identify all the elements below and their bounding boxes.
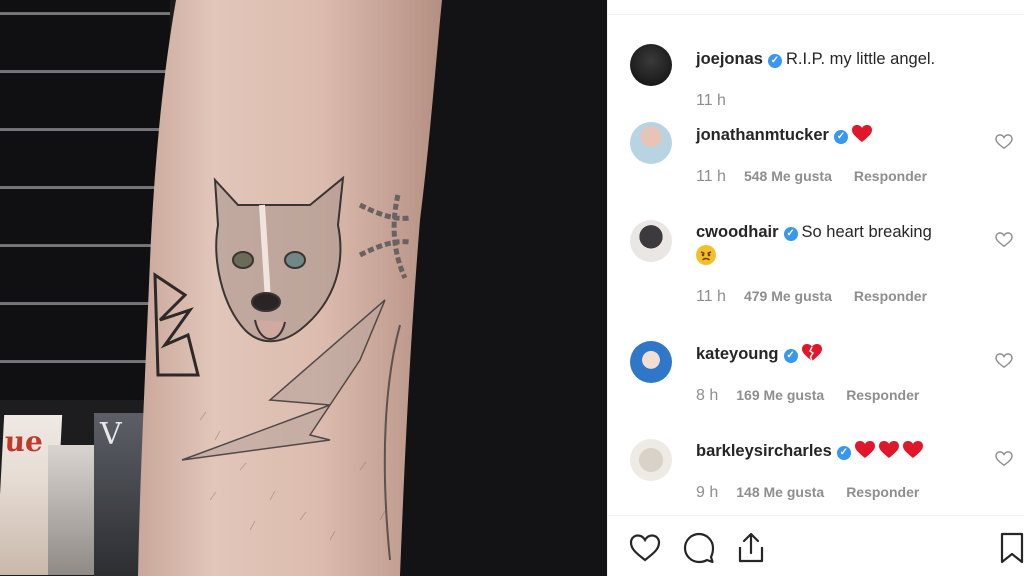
avatar-jonathanmtucker[interactable]: [630, 122, 672, 164]
timestamp[interactable]: 11 h: [696, 168, 726, 185]
red-heart-icon: [878, 441, 899, 458]
verified-badge-icon: ✓: [833, 130, 848, 144]
red-heart-icon: [854, 441, 875, 458]
reply-button[interactable]: Responder: [846, 484, 919, 500]
username-link[interactable]: kateyoung: [696, 345, 779, 363]
share-icon[interactable]: [734, 531, 768, 565]
comment-item: kateyoung ✓ 8 h 169 Me gusta Responder: [608, 341, 1024, 421]
like-icon[interactable]: [628, 531, 662, 565]
reply-button[interactable]: Responder: [854, 288, 927, 304]
caption-text: R.I.P. my little angel.: [785, 50, 936, 68]
timestamp[interactable]: 8 h: [696, 387, 718, 404]
comment-icon[interactable]: [682, 531, 716, 565]
username-link[interactable]: barkleysircharles: [696, 442, 832, 460]
verified-badge-icon: ✓: [767, 54, 782, 68]
comment-body: kateyoung ✓: [696, 342, 965, 366]
comment-like-icon[interactable]: [995, 451, 1013, 467]
timestamp[interactable]: 11 h: [696, 92, 726, 109]
comment-meta: 8 h 169 Me gusta Responder: [696, 387, 919, 405]
timestamp[interactable]: 11 h: [696, 288, 726, 305]
post-action-bar: [608, 525, 1024, 571]
comments-panel: joejonas ✓ R.I.P. my little angel. 11 h jo…: [607, 0, 1024, 576]
username-link[interactable]: cwoodhair: [696, 223, 779, 241]
comment-item: jonathanmtucker ✓ 11 h 548 Me gusta Respond…: [608, 122, 1024, 202]
likes-count[interactable]: 169 Me gusta: [736, 387, 824, 403]
comment-like-icon[interactable]: [995, 134, 1013, 150]
comment-meta: 9 h 148 Me gusta Responder: [696, 484, 919, 502]
divider: [608, 515, 1024, 516]
comment-body: cwoodhair ✓ So heart breaking: [696, 220, 965, 268]
save-icon[interactable]: [1000, 531, 1024, 565]
red-heart-icon: [902, 441, 923, 458]
timestamp[interactable]: 9 h: [696, 484, 718, 501]
comment-body: barkleysircharles ✓: [696, 439, 965, 463]
avatar-barkleysircharles[interactable]: [630, 439, 672, 481]
divider: [608, 14, 1024, 15]
likes-count[interactable]: 548 Me gusta: [744, 168, 832, 184]
likes-count[interactable]: 148 Me gusta: [736, 484, 824, 500]
comment-item: barkleysircharles ✓ 9 h 148 Me gusta Respon…: [608, 439, 1024, 514]
verified-badge-icon: ✓: [783, 349, 798, 363]
comment-meta: 11 h 548 Me gusta Responder: [696, 168, 927, 186]
comment-item: cwoodhair ✓ So heart breaking 11 h 479 Me g…: [608, 220, 1024, 320]
caption: joejonas ✓ R.I.P. my little angel. 11 h: [608, 44, 1024, 114]
tattooed-forearm: [138, 0, 442, 576]
caption-meta: 11 h: [696, 92, 744, 110]
avatar-joejonas[interactable]: [630, 44, 672, 86]
username-link[interactable]: joejonas: [696, 50, 763, 68]
comment-body: jonathanmtucker ✓: [696, 123, 965, 147]
verified-badge-icon: ✓: [783, 227, 798, 241]
avatar-cwoodhair[interactable]: [630, 220, 672, 262]
caption-body: joejonas ✓ R.I.P. my little angel.: [696, 47, 965, 71]
likes-count[interactable]: 479 Me gusta: [744, 288, 832, 304]
reply-button[interactable]: Responder: [854, 168, 927, 184]
comment-text: So heart breaking: [801, 223, 932, 241]
post-photo[interactable]: ue V: [0, 0, 607, 576]
comment-meta: 11 h 479 Me gusta Responder: [696, 288, 927, 306]
avatar-kateyoung[interactable]: [630, 341, 672, 383]
comment-like-icon[interactable]: [995, 232, 1013, 248]
comment-like-icon[interactable]: [995, 353, 1013, 369]
verified-badge-icon: ✓: [836, 446, 851, 460]
angry-face-icon: [696, 245, 716, 265]
red-heart-icon: [851, 125, 872, 142]
reply-button[interactable]: Responder: [846, 387, 919, 403]
username-link[interactable]: jonathanmtucker: [696, 126, 829, 144]
broken-heart-icon: [801, 344, 822, 362]
